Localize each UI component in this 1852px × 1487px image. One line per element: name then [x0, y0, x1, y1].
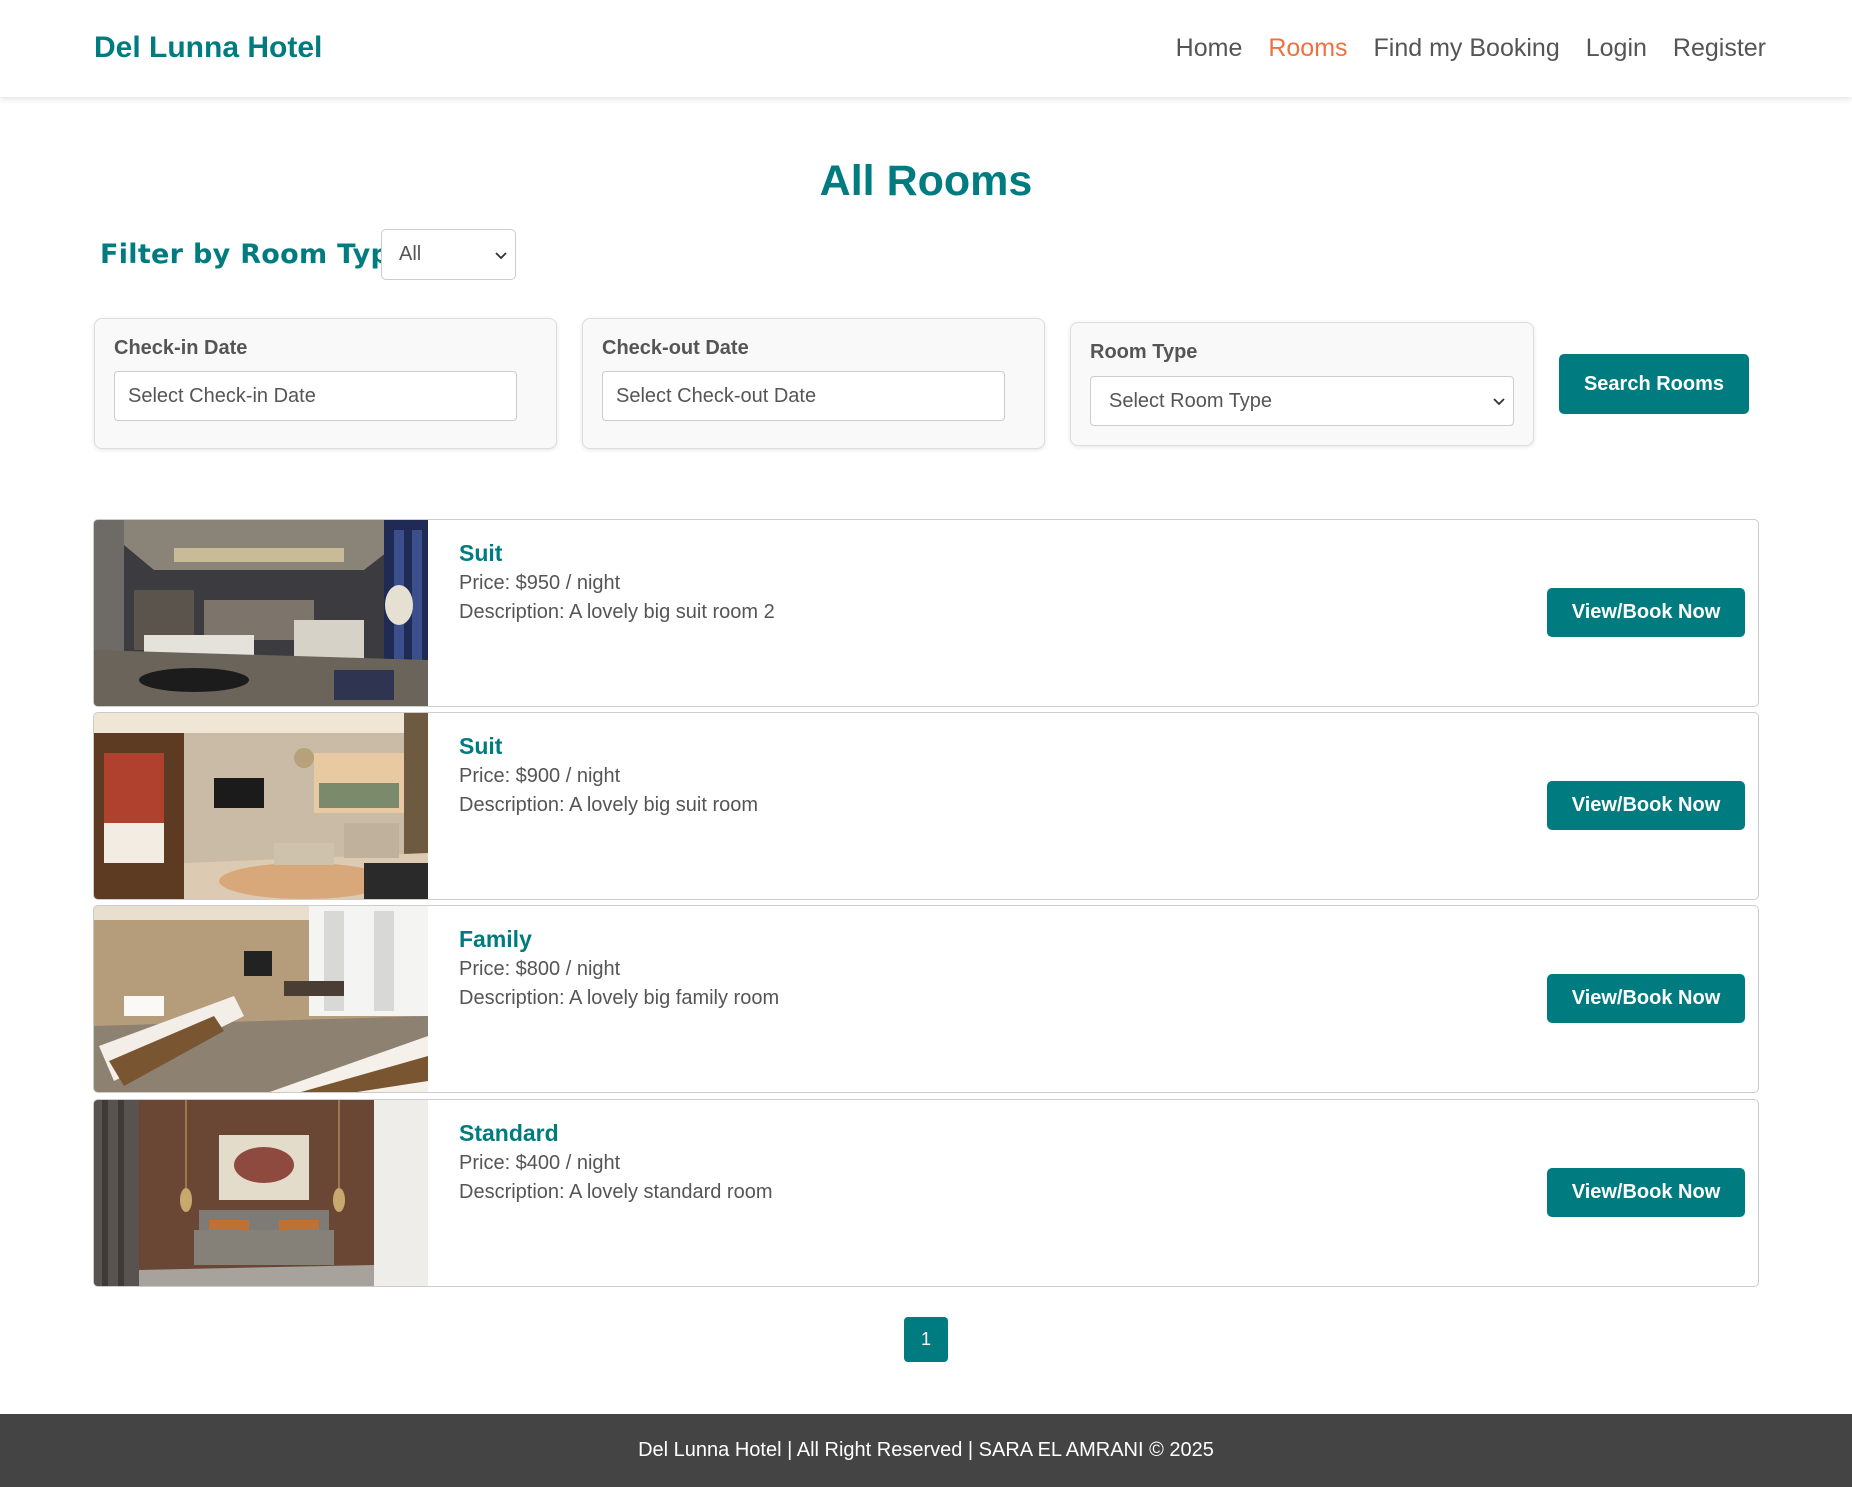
checkin-card: Check-in Date Select Check-in Date: [94, 318, 557, 449]
room-image: [94, 713, 428, 899]
brand-logo[interactable]: Del Lunna Hotel: [94, 31, 322, 65]
nav-register[interactable]: Register: [1673, 34, 1766, 63]
nav-login[interactable]: Login: [1586, 34, 1647, 63]
room-card: Standard Price: $400 / night Description…: [93, 1099, 1759, 1287]
filter-label: Filter by Room Type:: [100, 239, 420, 270]
room-price: Price: $800 / night: [459, 958, 621, 980]
checkin-label: Check-in Date: [114, 337, 248, 359]
room-price: Price: $950 / night: [459, 572, 621, 594]
checkout-date-input[interactable]: Select Check-out Date: [602, 371, 1005, 421]
room-type-select-value: Select Room Type: [1109, 389, 1273, 412]
nav-rooms[interactable]: Rooms: [1268, 34, 1347, 63]
room-card: Suit Price: $950 / night Description: A …: [93, 519, 1759, 707]
nav-home[interactable]: Home: [1176, 34, 1243, 63]
nav-find-booking[interactable]: Find my Booking: [1374, 34, 1560, 63]
view-book-button[interactable]: View/Book Now: [1547, 781, 1745, 830]
checkin-date-input[interactable]: Select Check-in Date: [114, 371, 517, 421]
room-name: Suit: [459, 733, 503, 759]
room-type-select[interactable]: Select Room Type: [1090, 376, 1514, 426]
room-image: [94, 520, 428, 706]
room-description: Description: A lovely big suit room 2: [459, 601, 775, 623]
search-rooms-button[interactable]: Search Rooms: [1559, 354, 1749, 414]
view-book-button[interactable]: View/Book Now: [1547, 974, 1745, 1023]
footer-text: Del Lunna Hotel | All Right Reserved | S…: [638, 1439, 1214, 1461]
chevron-down-icon: [1493, 393, 1505, 409]
pagination-page-1[interactable]: 1: [904, 1317, 948, 1362]
room-name: Standard: [459, 1120, 559, 1146]
checkout-card: Check-out Date Select Check-out Date: [582, 318, 1045, 449]
footer: Del Lunna Hotel | All Right Reserved | S…: [0, 1414, 1852, 1487]
room-description: Description: A lovely big family room: [459, 987, 780, 1009]
page-title: All Rooms: [819, 157, 1033, 205]
room-price: Price: $900 / night: [459, 765, 621, 787]
room-name: Family: [459, 926, 532, 952]
view-book-button[interactable]: View/Book Now: [1547, 588, 1745, 637]
room-image: [94, 906, 428, 1092]
roomtype-label: Room Type: [1090, 341, 1198, 363]
roomtype-card: Room Type Select Room Type: [1070, 322, 1534, 446]
room-description: Description: A lovely big suit room: [459, 794, 759, 816]
room-card: Family Price: $800 / night Description: …: [93, 905, 1759, 1093]
room-price: Price: $400 / night: [459, 1152, 621, 1174]
room-card: Suit Price: $900 / night Description: A …: [93, 712, 1759, 900]
checkout-label: Check-out Date: [602, 337, 749, 359]
navbar: Del Lunna Hotel Home Rooms Find my Booki…: [0, 0, 1852, 97]
filter-select-value: All: [399, 243, 422, 265]
room-type-filter-select[interactable]: All: [381, 229, 516, 280]
room-image: [94, 1100, 428, 1286]
view-book-button[interactable]: View/Book Now: [1547, 1168, 1745, 1217]
nav-links: Home Rooms Find my Booking Login Registe…: [1176, 34, 1766, 63]
room-description: Description: A lovely standard room: [459, 1181, 773, 1203]
chevron-down-icon: [495, 247, 507, 263]
room-name: Suit: [459, 540, 503, 566]
